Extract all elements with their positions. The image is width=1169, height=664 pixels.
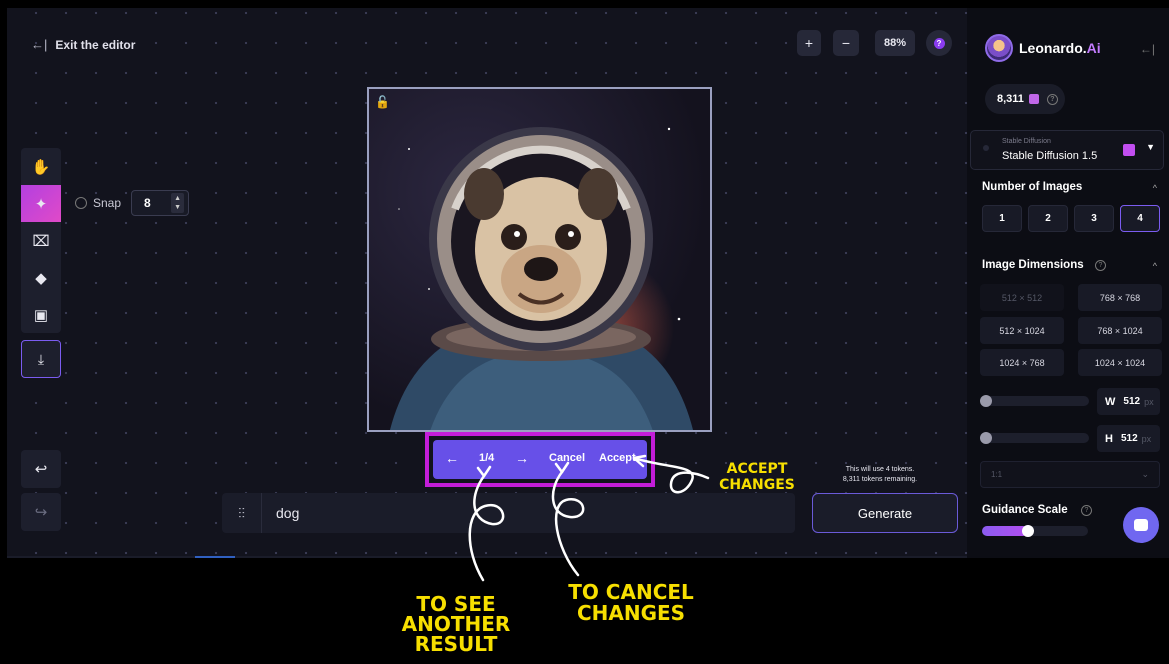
annotation-line: RESULT (414, 632, 498, 656)
annotation-accept: ACCEPT CHANGES (708, 461, 806, 493)
annotation-arrows (468, 454, 710, 582)
annotation-line: TO SEE (416, 592, 496, 616)
annotation-line: CHANGES (719, 477, 795, 493)
annotation-line: ACCEPT (726, 461, 788, 477)
annotation-next-result: TO SEE ANOTHER RESULT (388, 594, 524, 654)
annotation-line: CHANGES (576, 601, 686, 625)
annotation-line: TO CANCEL (568, 580, 694, 604)
annotation-line: ANOTHER (401, 612, 511, 636)
annotation-cancel: TO CANCEL CHANGES (552, 582, 710, 624)
